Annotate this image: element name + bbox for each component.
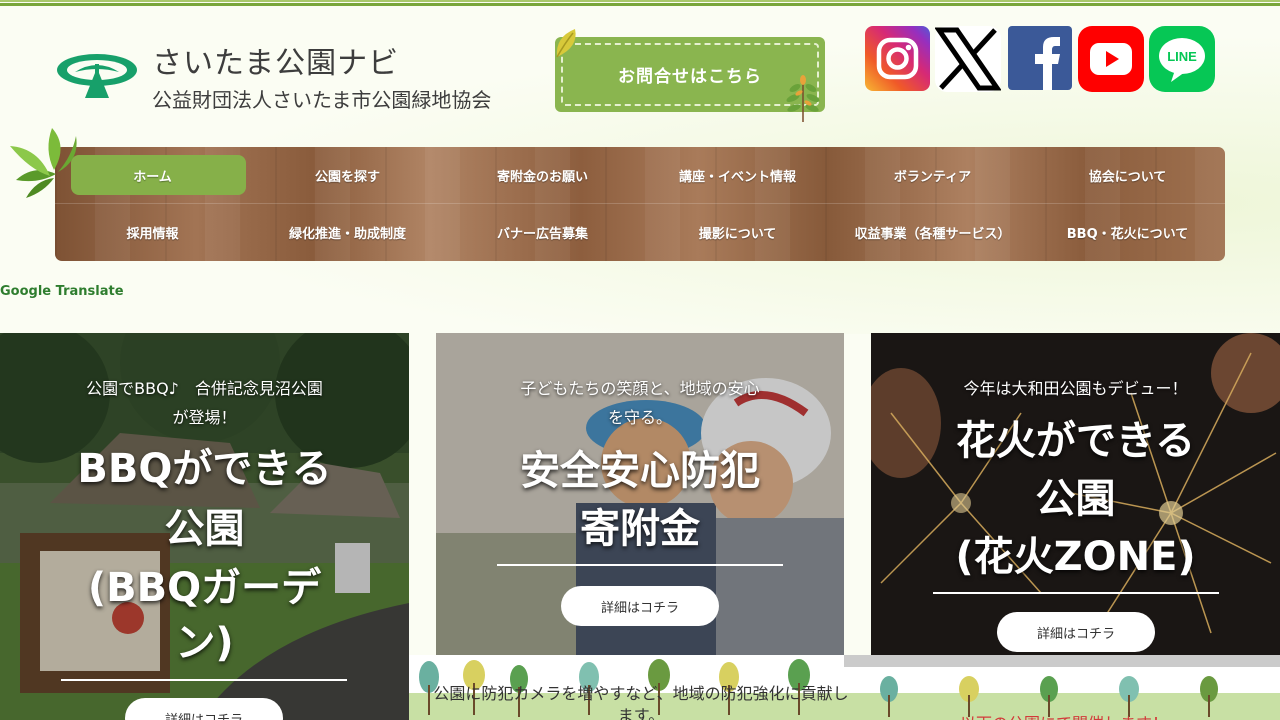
- contact-button-label: お問合せはこちら: [561, 43, 819, 106]
- youtube-icon[interactable]: [1078, 26, 1144, 92]
- card-fireworks-detail-button[interactable]: 詳細はコチラ: [997, 612, 1155, 652]
- site-logo[interactable]: さいたま公園ナビ 公益財団法人さいたま市公園緑地協会: [55, 38, 530, 116]
- svg-text:LINE: LINE: [1167, 49, 1197, 64]
- facebook-icon[interactable]: [1008, 26, 1072, 90]
- leaf-icon: [556, 29, 576, 58]
- card-fireworks-subtitle: 今年は大和田公園もデビュー！: [963, 379, 1188, 398]
- nav-item-greening[interactable]: 緑化推進・助成制度: [250, 204, 445, 261]
- card-bbq-title-3: (BBQガーデ: [87, 565, 322, 611]
- nav-item-home[interactable]: ホーム: [55, 147, 250, 203]
- nav-label: 協会について: [1088, 169, 1167, 185]
- logo-title: さいたま公園ナビ: [152, 46, 400, 81]
- nav-label: 講座・イベント情報: [678, 169, 796, 185]
- logo-subtitle: 公益財団法人さいたま市公園緑地協会: [152, 88, 492, 112]
- card-safety-detail-button[interactable]: 詳細はコチラ: [561, 586, 719, 626]
- card-safety-subtitle-1: 子どもたちの笑顔と、地域の安心: [520, 379, 760, 398]
- nav-label: BBQ・花火について: [1066, 227, 1189, 242]
- strip-description: 公園に防犯カメラを増やすなど、地域の防犯強化に貢献します。: [433, 684, 849, 720]
- card-fireworks-title-1: 花火ができる: [955, 418, 1196, 464]
- tree-icon: [786, 75, 820, 122]
- card-safety-title-1: 安全安心防犯: [520, 448, 760, 494]
- contact-button[interactable]: お問合せはこちら: [555, 29, 825, 122]
- card-bbq-divider: [61, 679, 347, 681]
- nav-label: ホーム: [133, 169, 172, 185]
- nav-item-volunteer[interactable]: ボランティア: [835, 147, 1030, 203]
- google-translate-link[interactable]: Google Translate: [0, 284, 124, 299]
- nav-item-recruit[interactable]: 採用情報: [55, 204, 250, 261]
- nav-label: 緑化推進・助成制度: [288, 227, 406, 242]
- nav-item-bbq-fireworks[interactable]: BBQ・花火について: [1030, 204, 1225, 261]
- card-bbq-title-4: ン): [175, 620, 234, 666]
- card-bbq-detail-button[interactable]: 詳細はコチラ: [125, 698, 283, 720]
- card-bbq-title-1: BBQができる: [77, 446, 332, 492]
- nav-item-services[interactable]: 収益事業（各種サービス）: [835, 204, 1030, 261]
- card-bbq[interactable]: 公園でBBQ♪ 合併記念見沼公園 が登場！ BBQができる 公園 (BBQガーデ…: [0, 333, 409, 720]
- card-bbq-subtitle-2: が登場！: [172, 408, 237, 427]
- nav-label: 撮影について: [698, 227, 777, 242]
- card-bbq-subtitle-1: 公園でBBQ♪ 合併記念見沼公園: [86, 379, 323, 398]
- nav-label: バナー広告募集: [496, 227, 588, 242]
- nav-item-filming[interactable]: 撮影について: [640, 204, 835, 261]
- card-fireworks[interactable]: 今年は大和田公園もデビュー！ 花火ができる 公園 (花火ZONE) 詳細はコチラ: [871, 333, 1280, 667]
- nav-row-1: ホーム 公園を探す 寄附金のお願い 講座・イベント情報 ボランティア 協会につい…: [55, 147, 1225, 204]
- nav-item-find-park[interactable]: 公園を探す: [250, 147, 445, 203]
- nav-item-about[interactable]: 協会について: [1030, 147, 1225, 203]
- strip-notice: 以下の公園にて開催します！: [960, 710, 1168, 720]
- card-bbq-title-2: 公園: [164, 506, 245, 552]
- x-icon[interactable]: [935, 26, 1001, 92]
- nav-item-banner-ads[interactable]: バナー広告募集: [445, 204, 640, 261]
- card-safety-divider: [497, 564, 783, 566]
- card-fireworks-divider: [933, 592, 1219, 594]
- line-icon[interactable]: LINE: [1149, 26, 1215, 92]
- card-safety-donation[interactable]: 子どもたちの笑顔と、地域の安心 を守る。 安全安心防犯 寄附金 詳細はコチラ: [436, 333, 844, 667]
- nav-label: 収益事業（各種サービス）: [854, 227, 1011, 242]
- nav-label: 寄附金のお願い: [496, 169, 588, 185]
- card-safety-title-2: 寄附金: [580, 506, 700, 552]
- nav-label: 公園を探す: [314, 169, 380, 185]
- nav-label: ボランティア: [893, 169, 972, 185]
- main-navigation: ホーム 公園を探す 寄附金のお願い 講座・イベント情報 ボランティア 協会につい…: [55, 147, 1225, 261]
- nav-row-2: 採用情報 緑化推進・助成制度 バナー広告募集 撮影について 収益事業（各種サービ…: [55, 204, 1225, 261]
- leaves-icon: [10, 128, 77, 198]
- nav-label: 採用情報: [126, 227, 179, 242]
- card-safety-subtitle-2: を守る。: [607, 408, 672, 427]
- card-fireworks-title-3: (花火ZONE): [955, 534, 1196, 580]
- nav-item-events[interactable]: 講座・イベント情報: [640, 147, 835, 203]
- park-logo-icon: [57, 54, 137, 98]
- card-fireworks-title-2: 公園: [1035, 476, 1116, 522]
- instagram-icon[interactable]: [865, 26, 930, 91]
- nav-item-donation[interactable]: 寄附金のお願い: [445, 147, 640, 203]
